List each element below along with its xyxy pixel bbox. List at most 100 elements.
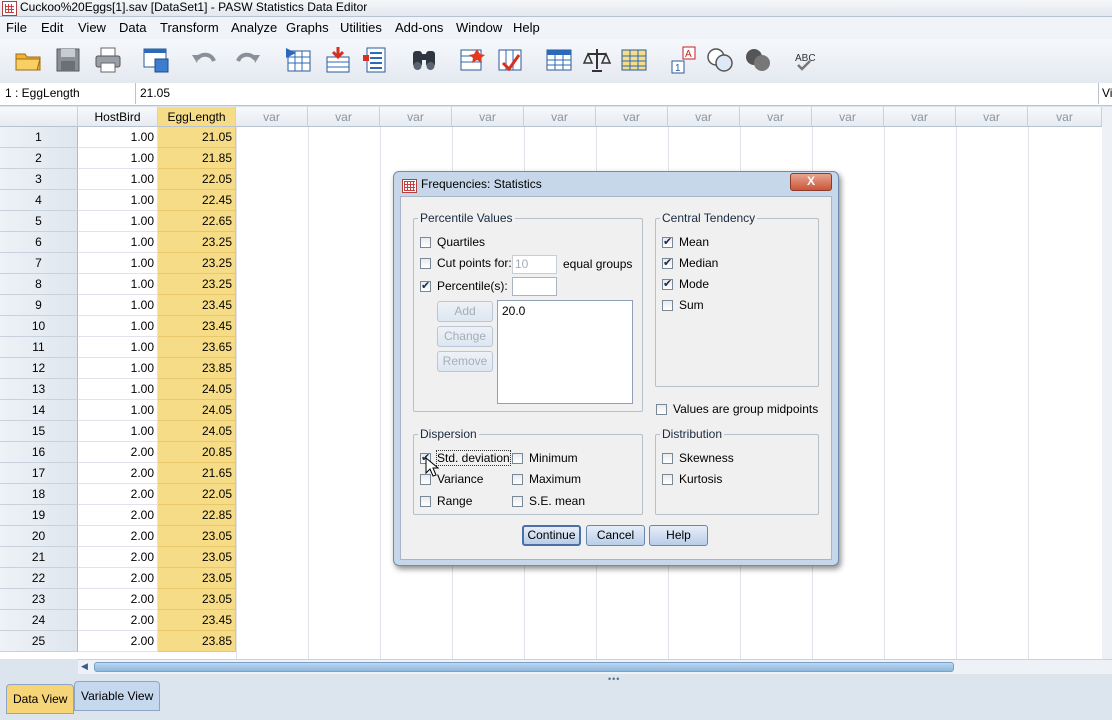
recall-dialog-icon[interactable]: [140, 44, 172, 76]
cell-hostbird[interactable]: 2.00: [78, 463, 158, 484]
select-cases-icon[interactable]: [618, 44, 650, 76]
cell-egglength[interactable]: 23.05: [158, 547, 236, 568]
column-header-var[interactable]: var: [1028, 107, 1102, 127]
cell-hostbird[interactable]: 1.00: [78, 232, 158, 253]
column-header-var[interactable]: var: [380, 107, 452, 127]
percentile-input[interactable]: [512, 277, 557, 296]
row-number[interactable]: 4: [0, 190, 78, 211]
cell-egglength[interactable]: 23.25: [158, 274, 236, 295]
cell-egglength[interactable]: 23.45: [158, 610, 236, 631]
cell-egglength[interactable]: 21.65: [158, 463, 236, 484]
cut-points-box[interactable]: [420, 257, 431, 269]
percentiles-checkbox[interactable]: Percentile(s):: [420, 279, 508, 293]
column-header-var[interactable]: var: [452, 107, 524, 127]
range-box[interactable]: [420, 495, 431, 507]
grid-corner[interactable]: [0, 107, 78, 127]
maximum-checkbox[interactable]: Maximum: [512, 472, 581, 486]
menu-file[interactable]: File: [6, 20, 27, 35]
cell-hostbird[interactable]: 2.00: [78, 505, 158, 526]
quartiles-checkbox[interactable]: Quartiles: [420, 235, 485, 249]
row-number[interactable]: 23: [0, 589, 78, 610]
kurtosis-checkbox[interactable]: Kurtosis: [662, 472, 722, 486]
cell-egglength[interactable]: 23.05: [158, 526, 236, 547]
percentiles-box[interactable]: [420, 279, 431, 292]
goto-case-icon[interactable]: [283, 44, 315, 76]
variables-icon[interactable]: [360, 44, 392, 76]
column-header-var[interactable]: var: [308, 107, 380, 127]
cell-egglength[interactable]: 23.05: [158, 589, 236, 610]
remove-button[interactable]: Remove: [437, 351, 493, 372]
cell-hostbird[interactable]: 1.00: [78, 274, 158, 295]
cell-egglength[interactable]: 21.85: [158, 148, 236, 169]
splitter-handle[interactable]: •••: [608, 674, 620, 684]
row-number[interactable]: 20: [0, 526, 78, 547]
cell-egglength[interactable]: 24.05: [158, 421, 236, 442]
weight-cases-icon[interactable]: [581, 44, 613, 76]
row-number[interactable]: 7: [0, 253, 78, 274]
value-labels-icon[interactable]: A1: [668, 44, 700, 76]
list-item[interactable]: 20.0: [498, 301, 632, 321]
cell-hostbird[interactable]: 1.00: [78, 169, 158, 190]
cell-hostbird[interactable]: 2.00: [78, 568, 158, 589]
mean-box[interactable]: [662, 235, 673, 248]
redo-icon[interactable]: [232, 44, 264, 76]
sum-box[interactable]: [662, 299, 673, 311]
median-checkbox[interactable]: Median: [662, 256, 718, 270]
change-button[interactable]: Change: [437, 326, 493, 347]
open-icon[interactable]: [12, 44, 44, 76]
cell-egglength[interactable]: 22.65: [158, 211, 236, 232]
column-header-var[interactable]: var: [668, 107, 740, 127]
horizontal-scroll-thumb[interactable]: [94, 662, 954, 672]
row-number[interactable]: 22: [0, 568, 78, 589]
cell-hostbird[interactable]: 2.00: [78, 589, 158, 610]
save-icon[interactable]: [52, 44, 84, 76]
column-header-egglength[interactable]: EggLength: [158, 107, 236, 127]
cell-hostbird[interactable]: 1.00: [78, 127, 158, 148]
mode-box[interactable]: [662, 277, 673, 290]
row-number[interactable]: 2: [0, 148, 78, 169]
row-number[interactable]: 25: [0, 631, 78, 652]
cell-egglength[interactable]: 23.85: [158, 631, 236, 652]
cell-egglength[interactable]: 21.05: [158, 127, 236, 148]
se-mean-box[interactable]: [512, 495, 523, 507]
cell-hostbird[interactable]: 2.00: [78, 547, 158, 568]
cell-hostbird[interactable]: 2.00: [78, 442, 158, 463]
skewness-checkbox[interactable]: Skewness: [662, 451, 734, 465]
cell-value-input[interactable]: 21.05: [140, 83, 170, 104]
goto-variable-icon[interactable]: [322, 44, 354, 76]
row-number[interactable]: 3: [0, 169, 78, 190]
continue-button[interactable]: Continue: [522, 525, 581, 546]
cut-points-input[interactable]: 10: [512, 255, 557, 274]
row-number[interactable]: 11: [0, 337, 78, 358]
row-number[interactable]: 9: [0, 295, 78, 316]
cell-egglength[interactable]: 22.05: [158, 169, 236, 190]
minimum-box[interactable]: [512, 452, 523, 464]
skewness-box[interactable]: [662, 452, 673, 464]
row-number[interactable]: 16: [0, 442, 78, 463]
row-number[interactable]: 19: [0, 505, 78, 526]
menu-graphs[interactable]: Graphs: [286, 20, 329, 35]
column-header-var[interactable]: var: [524, 107, 596, 127]
cell-egglength[interactable]: 23.25: [158, 253, 236, 274]
print-icon[interactable]: [92, 44, 124, 76]
cell-hostbird[interactable]: 1.00: [78, 190, 158, 211]
cell-egglength[interactable]: 20.85: [158, 442, 236, 463]
cell-hostbird[interactable]: 1.00: [78, 148, 158, 169]
insert-cases-icon[interactable]: [456, 44, 488, 76]
row-number[interactable]: 13: [0, 379, 78, 400]
use-sets-icon[interactable]: [704, 44, 736, 76]
column-header-var[interactable]: var: [956, 107, 1028, 127]
row-number[interactable]: 14: [0, 400, 78, 421]
menu-utilities[interactable]: Utilities: [340, 20, 382, 35]
split-file-icon[interactable]: [543, 44, 575, 76]
menu-data[interactable]: Data: [119, 20, 146, 35]
cell-hostbird[interactable]: 1.00: [78, 421, 158, 442]
menu-view[interactable]: View: [78, 20, 106, 35]
sum-checkbox[interactable]: Sum: [662, 298, 704, 312]
cell-hostbird[interactable]: 1.00: [78, 358, 158, 379]
add-button[interactable]: Add: [437, 301, 493, 322]
mode-checkbox[interactable]: Mode: [662, 277, 709, 291]
cancel-button[interactable]: Cancel: [586, 525, 645, 546]
close-button[interactable]: X: [790, 173, 832, 191]
row-number[interactable]: 1: [0, 127, 78, 148]
